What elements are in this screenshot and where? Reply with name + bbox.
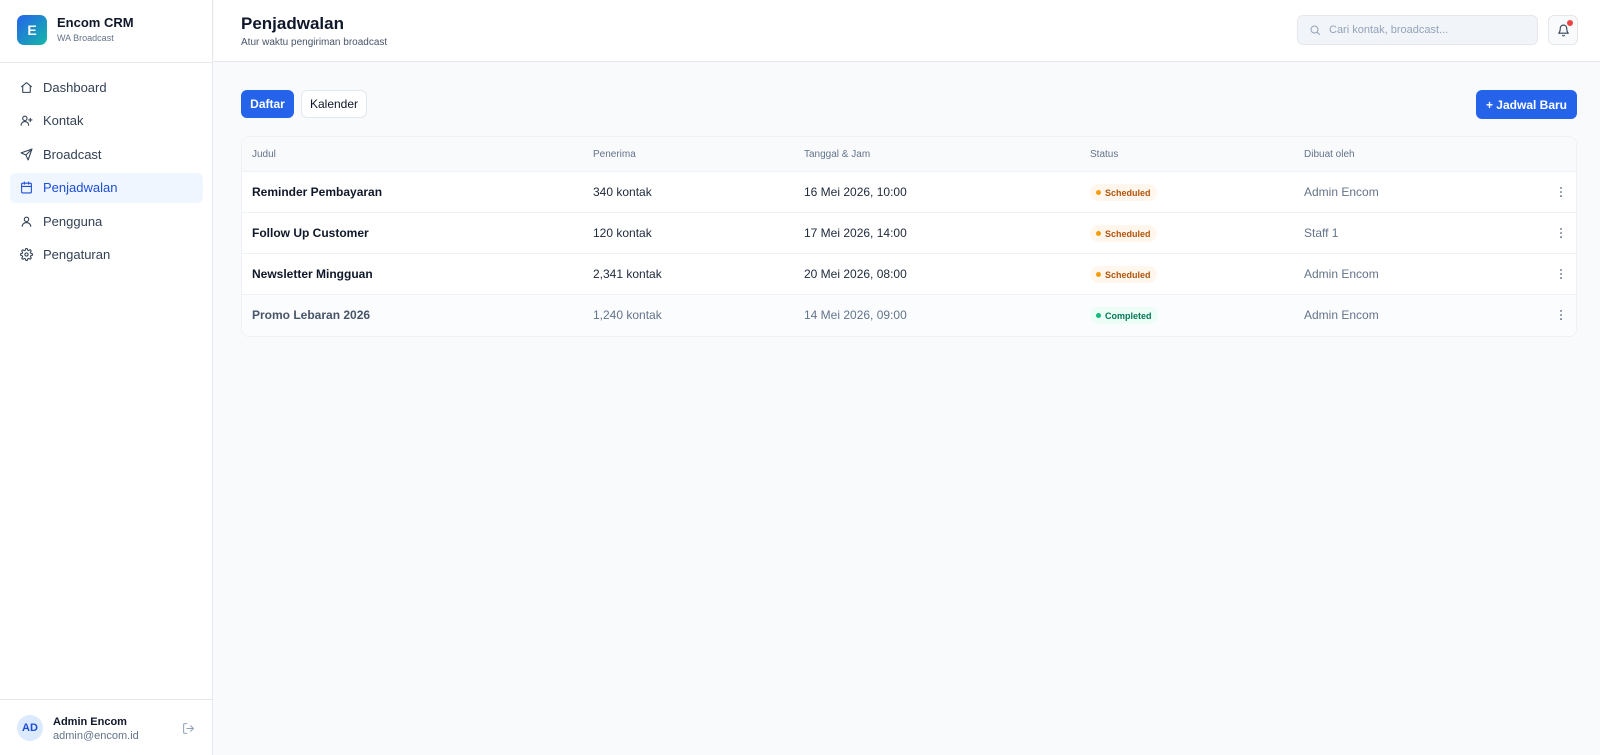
avatar[interactable]: AD: [17, 715, 43, 741]
table-row[interactable]: Follow Up Customer 120 kontak 17 Mei 202…: [242, 213, 1576, 254]
column-header-tanggal[interactable]: Tanggal & Jam: [804, 149, 870, 160]
sidebar-item-penjadwalan[interactable]: Penjadwalan: [10, 172, 203, 203]
schedule-table: Judul Penerima Tanggal & Jam Status Dibu…: [241, 136, 1577, 337]
page-subtitle: Atur waktu pengiriman broadcast: [241, 37, 388, 48]
tab-daftar[interactable]: Daftar: [241, 90, 294, 118]
status-badge: Scheduled: [1090, 225, 1157, 242]
user-info: Admin Encom admin@encom.id: [53, 716, 139, 743]
row-title[interactable]: Newsletter Mingguan: [252, 267, 373, 281]
row-recipients: 340 kontak: [593, 185, 652, 199]
sidebar-item-label: Broadcast: [43, 146, 102, 162]
user-plus-icon: [20, 114, 33, 127]
brand[interactable]: E Encom CRM WA Broadcast: [17, 15, 134, 45]
row-datetime: 17 Mei 2026, 14:00: [804, 226, 907, 240]
row-recipients: 1,240 kontak: [593, 308, 662, 322]
sidebar-item-pengaturan[interactable]: Pengaturan: [10, 240, 203, 270]
row-recipients: 120 kontak: [593, 226, 652, 240]
status-label: Completed: [1105, 310, 1152, 321]
notification-button[interactable]: [1548, 15, 1578, 45]
sidebar-item-broadcast[interactable]: Broadcast: [10, 139, 203, 169]
row-datetime: 20 Mei 2026, 08:00: [804, 267, 907, 281]
sidebar-item-kontak[interactable]: Kontak: [10, 106, 203, 136]
more-vertical-icon[interactable]: [1554, 226, 1568, 240]
sidebar-nav: Dashboard Kontak Broadcast Penjadwalan P…: [10, 72, 203, 273]
notification-dot: [1567, 20, 1573, 26]
table-row[interactable]: Reminder Pembayaran 340 kontak 16 Mei 20…: [242, 172, 1576, 213]
status-label: Scheduled: [1105, 228, 1151, 239]
sidebar-item-dashboard[interactable]: Dashboard: [10, 72, 203, 102]
user-panel: AD Admin Encom admin@encom.id: [0, 699, 212, 755]
sidebar-divider: [0, 62, 212, 63]
row-recipients: 2,341 kontak: [593, 267, 662, 281]
status-dot: [1096, 272, 1101, 277]
column-header-dibuat-oleh[interactable]: Dibuat oleh: [1304, 149, 1355, 160]
home-icon: [20, 81, 33, 94]
brand-text: Encom CRM WA Broadcast: [57, 15, 134, 45]
send-icon: [20, 148, 33, 161]
search-icon: [1309, 24, 1321, 36]
sidebar-item-pengguna[interactable]: Pengguna: [10, 206, 203, 236]
status-badge: Completed: [1090, 307, 1158, 324]
table-row[interactable]: Newsletter Mingguan 2,341 kontak 20 Mei …: [242, 254, 1576, 295]
logout-icon[interactable]: [182, 722, 195, 735]
more-vertical-icon[interactable]: [1554, 308, 1568, 322]
brand-subtitle: WA Broadcast: [57, 33, 114, 43]
more-vertical-icon[interactable]: [1554, 267, 1568, 281]
user-name: Admin Encom: [53, 716, 127, 728]
sidebar-item-label: Pengaturan: [43, 247, 111, 262]
brand-name: Encom CRM: [57, 15, 134, 30]
status-dot: [1096, 313, 1101, 318]
row-title[interactable]: Promo Lebaran 2026: [252, 308, 370, 322]
sidebar: E Encom CRM WA Broadcast Dashboard Konta…: [0, 0, 213, 755]
row-creator: Admin Encom: [1304, 267, 1379, 281]
sidebar-item-label: Kontak: [43, 113, 84, 128]
calendar-icon: [20, 181, 33, 194]
row-creator: Admin Encom: [1304, 308, 1379, 322]
page-title: Penjadwalan: [241, 14, 344, 33]
column-header-judul[interactable]: Judul: [252, 149, 276, 160]
status-label: Scheduled: [1105, 269, 1151, 280]
table-row[interactable]: Promo Lebaran 2026 1,240 kontak 14 Mei 2…: [242, 295, 1576, 336]
row-datetime: 14 Mei 2026, 09:00: [804, 308, 907, 322]
more-vertical-icon[interactable]: [1554, 185, 1568, 199]
status-badge: Scheduled: [1090, 184, 1157, 201]
status-dot: [1096, 231, 1101, 236]
row-creator: Staff 1: [1304, 226, 1339, 240]
column-header-status[interactable]: Status: [1090, 149, 1118, 160]
add-schedule-button[interactable]: + Jadwal Baru: [1476, 90, 1577, 119]
search-input[interactable]: [1329, 24, 1529, 36]
top-header: Penjadwalan Atur waktu pengiriman broadc…: [214, 0, 1600, 62]
brand-logo: E: [17, 15, 47, 45]
table-header: Judul Penerima Tanggal & Jam Status Dibu…: [242, 137, 1576, 172]
sidebar-item-label: Penjadwalan: [43, 180, 118, 195]
tab-kalender[interactable]: Kalender: [301, 90, 367, 118]
status-label: Scheduled: [1105, 187, 1151, 198]
sidebar-item-label: Pengguna: [43, 213, 103, 229]
row-creator: Admin Encom: [1304, 185, 1379, 199]
row-datetime: 16 Mei 2026, 10:00: [804, 185, 907, 199]
row-title[interactable]: Reminder Pembayaran: [252, 185, 382, 199]
status-badge: Scheduled: [1090, 266, 1157, 283]
user-icon: [20, 215, 33, 228]
search-box[interactable]: [1297, 15, 1538, 45]
gear-icon: [20, 248, 33, 261]
column-header-penerima[interactable]: Penerima: [593, 149, 636, 160]
status-dot: [1096, 190, 1101, 195]
user-email: admin@encom.id: [53, 730, 139, 742]
row-title[interactable]: Follow Up Customer: [252, 226, 369, 240]
sidebar-item-label: Dashboard: [43, 79, 107, 95]
